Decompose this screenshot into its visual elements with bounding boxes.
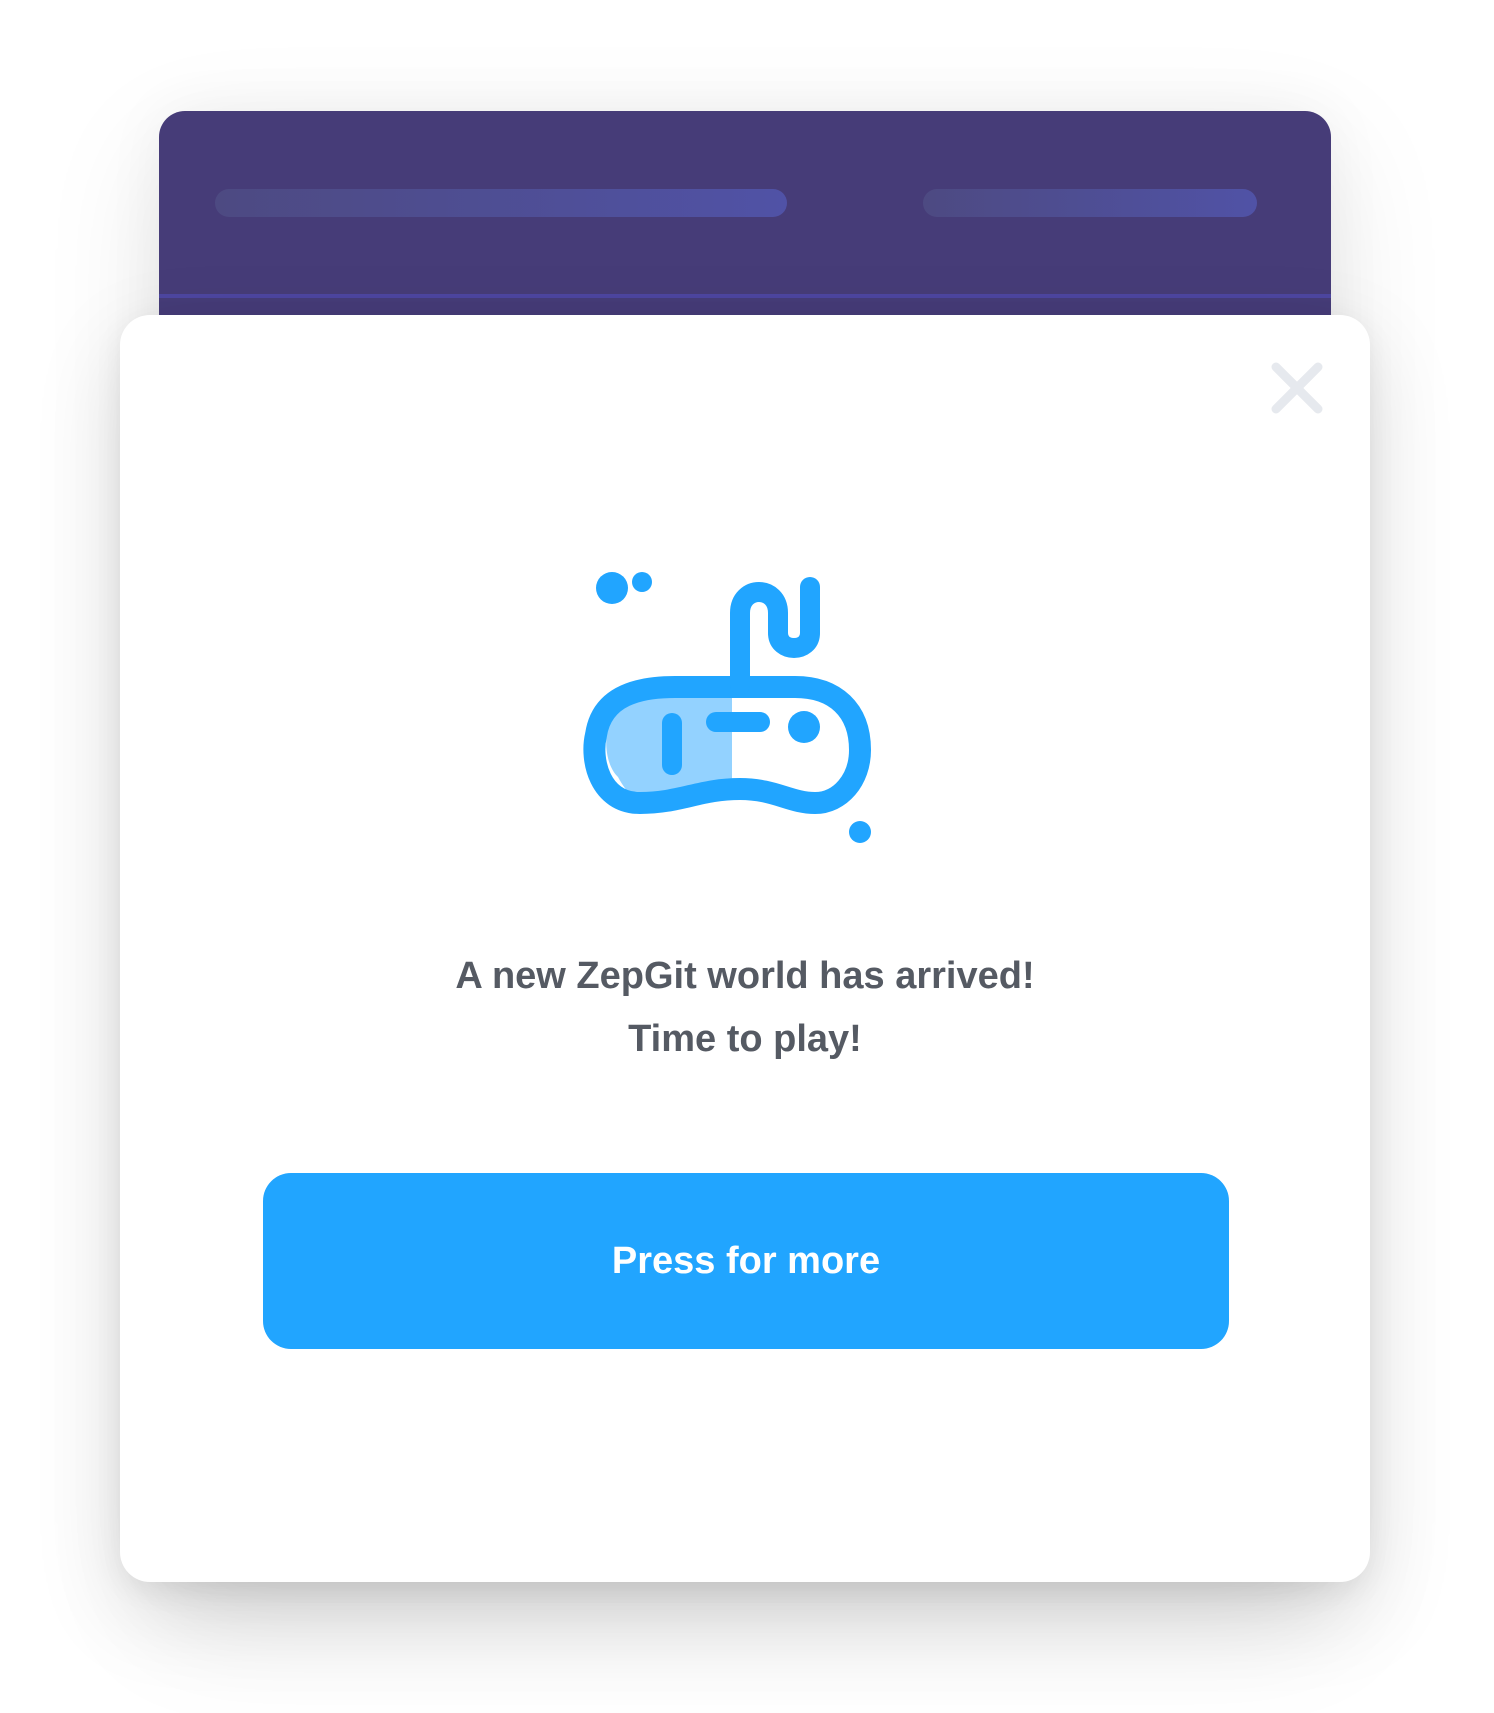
close-icon (1271, 362, 1323, 414)
press-for-more-button[interactable]: Press for more (263, 1173, 1229, 1349)
gamepad-icon (583, 572, 871, 843)
placeholder-bar-left (215, 189, 787, 217)
announcement-message: A new ZepGit world has arrived! Time to … (120, 945, 1370, 1071)
gamepad-illustration (580, 545, 920, 875)
close-button[interactable] (1268, 359, 1326, 417)
announcement-modal: A new ZepGit world has arrived! Time to … (120, 315, 1370, 1582)
header-divider (159, 294, 1331, 298)
message-line-1: A new ZepGit world has arrived! (455, 955, 1035, 997)
placeholder-bar-right (923, 189, 1257, 217)
message-line-2: Time to play! (628, 1018, 862, 1060)
